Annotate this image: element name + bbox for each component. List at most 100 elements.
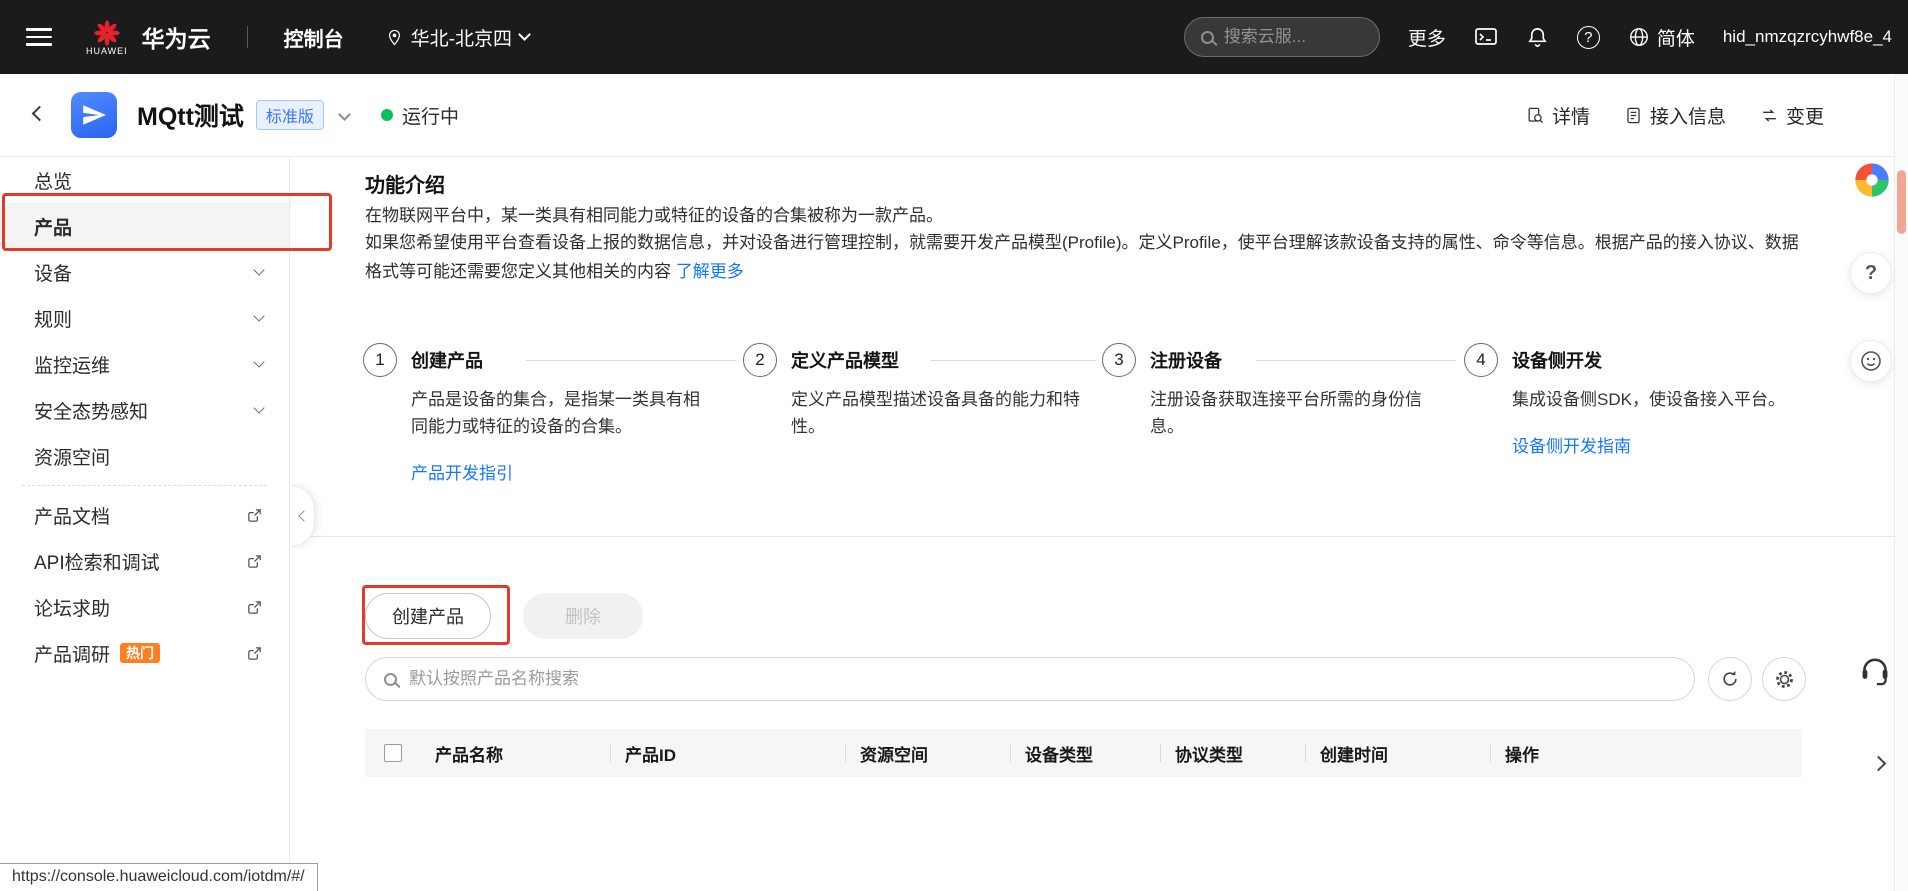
step-description: 产品是设备的集合，是指某一类具有相同能力或特征的设备的合集。 — [411, 387, 711, 441]
chevron-down-icon — [253, 264, 264, 275]
chevron-down-icon — [518, 28, 531, 41]
help-fab[interactable]: ? — [1850, 252, 1892, 294]
access-info-label: 接入信息 — [1650, 102, 1726, 129]
learn-more-link[interactable]: 了解更多 — [676, 262, 744, 281]
sidebar-link-docs[interactable]: 产品文档 — [0, 492, 289, 538]
sidebar-item-label: 资源空间 — [34, 443, 110, 470]
iot-app-icon — [71, 92, 117, 138]
sidebar-link-forum[interactable]: 论坛求助 — [0, 584, 289, 630]
settings-icon — [1774, 669, 1795, 690]
step-register-device: 3 注册设备 注册设备获取连接平台所需的身份信息。 — [1102, 343, 1450, 441]
product-table-header: 产品名称 产品ID 资源空间 设备类型 协议类型 创建时间 操作 — [365, 729, 1802, 777]
sidebar-item-overview[interactable]: 总览 — [0, 157, 289, 203]
column-device-type[interactable]: 设备类型 — [1011, 729, 1161, 777]
device-dev-guide-link[interactable]: 设备侧开发指南 — [1512, 432, 1631, 457]
status-dot — [381, 109, 393, 121]
sidebar-item-security[interactable]: 安全态势感知 — [0, 387, 289, 433]
create-product-button[interactable]: 创建产品 — [365, 593, 491, 639]
expand-icon — [1871, 756, 1887, 772]
instance-switcher[interactable] — [340, 106, 349, 124]
brand-name[interactable]: 华为云 — [142, 20, 211, 54]
scrollbar-thumb[interactable] — [1897, 170, 1906, 234]
sidebar-item-rules[interactable]: 规则 — [0, 295, 289, 341]
location-pin-icon — [386, 29, 403, 46]
detail-icon — [1526, 106, 1545, 125]
sidebar-item-label: API检索和调试 — [34, 548, 160, 575]
access-info-button[interactable]: 接入信息 — [1624, 102, 1726, 129]
menu-icon[interactable] — [26, 23, 52, 51]
edition-badge: 标准版 — [256, 100, 324, 130]
chevron-down-icon — [253, 310, 264, 321]
column-product-name[interactable]: 产品名称 — [421, 729, 611, 777]
sidebar-link-survey[interactable]: 产品调研 热门 — [0, 630, 289, 676]
instance-header: MQtt测试 标准版 运行中 详情 接入信息 变更 — [0, 74, 1908, 157]
chevron-down-icon — [253, 402, 264, 413]
column-product-id[interactable]: 产品ID — [611, 729, 846, 777]
step-number: 3 — [1102, 343, 1136, 377]
sidebar-item-label: 论坛求助 — [34, 594, 110, 621]
globe-icon — [1628, 26, 1650, 48]
header-checkbox-cell — [365, 729, 421, 777]
global-search-input[interactable] — [1224, 27, 1344, 47]
detail-button[interactable]: 详情 — [1526, 102, 1590, 129]
product-search-input[interactable] — [409, 669, 1676, 689]
column-actions[interactable]: 操作 — [1491, 729, 1802, 777]
page-scrollbar[interactable] — [1894, 74, 1908, 891]
product-search[interactable] — [365, 657, 1695, 701]
select-all-checkbox[interactable] — [384, 744, 402, 762]
support-headset-icon[interactable] — [1858, 652, 1892, 686]
change-icon — [1760, 106, 1779, 125]
panel-expand-button[interactable] — [1865, 748, 1892, 782]
sidebar-item-product[interactable]: 产品 — [0, 203, 289, 249]
delete-button[interactable]: 删除 — [523, 593, 643, 639]
language-selector[interactable]: 简体 — [1628, 24, 1695, 51]
search-icon — [384, 673, 397, 686]
feedback-smiley-fab[interactable] — [1850, 340, 1892, 382]
step-description: 定义产品模型描述设备具备的能力和特性。 — [791, 387, 1086, 441]
status-label: 运行中 — [402, 102, 459, 129]
help-icon[interactable]: ? — [1577, 26, 1600, 49]
external-link-icon — [246, 553, 263, 570]
sidebar-item-label: 规则 — [34, 305, 72, 332]
more-menu[interactable]: 更多 — [1408, 24, 1446, 51]
assistant-icon[interactable] — [1852, 160, 1892, 200]
huawei-logo[interactable]: HUAWEI — [86, 18, 128, 56]
refresh-button[interactable] — [1708, 657, 1752, 701]
change-label: 变更 — [1786, 102, 1824, 129]
column-resource-space[interactable]: 资源空间 — [846, 729, 1011, 777]
region-selector[interactable]: 华北-北京四 — [386, 24, 529, 51]
sidebar-link-api[interactable]: API检索和调试 — [0, 538, 289, 584]
language-label: 简体 — [1657, 24, 1695, 51]
detail-label: 详情 — [1552, 102, 1590, 129]
refresh-icon — [1720, 669, 1740, 689]
sidebar: 总览 产品 设备 规则 监控运维 安全态势感知 资源空间 产品文档 API检索和… — [0, 157, 290, 891]
access-info-icon — [1624, 106, 1643, 125]
settings-button[interactable] — [1762, 657, 1806, 701]
back-button[interactable] — [28, 100, 51, 130]
bell-icon[interactable] — [1526, 26, 1549, 49]
change-button[interactable]: 变更 — [1760, 102, 1824, 129]
intro-title: 功能介绍 — [365, 169, 445, 198]
step-title: 创建产品 — [411, 347, 483, 373]
global-search[interactable] — [1184, 17, 1380, 57]
sidebar-item-label: 总览 — [34, 167, 72, 194]
intro-paragraph-2: 如果您希望使用平台查看设备上报的数据信息，并对设备进行管理控制，就需要开发产品模… — [365, 229, 1802, 286]
instance-title: MQtt测试 — [137, 97, 244, 133]
column-protocol-type[interactable]: 协议类型 — [1161, 729, 1306, 777]
sidebar-item-resource-space[interactable]: 资源空间 — [0, 433, 289, 479]
external-link-icon — [246, 507, 263, 524]
console-link[interactable]: 控制台 — [284, 23, 344, 52]
back-icon — [32, 106, 48, 122]
collapse-icon — [298, 510, 309, 521]
sidebar-item-label: 监控运维 — [34, 351, 110, 378]
sidebar-item-device[interactable]: 设备 — [0, 249, 289, 295]
product-dev-guide-link[interactable]: 产品开发指引 — [411, 459, 513, 484]
hot-badge: 热门 — [120, 643, 160, 664]
sidebar-item-monitoring[interactable]: 监控运维 — [0, 341, 289, 387]
huawei-wordmark: HUAWEI — [86, 46, 128, 56]
column-create-time[interactable]: 创建时间 — [1306, 729, 1491, 777]
terminal-icon[interactable] — [1474, 25, 1498, 49]
main-content: 功能介绍 在物联网平台中，某一类具有相同能力或特征的设备的合集被称为一款产品。 … — [291, 157, 1908, 891]
account-name[interactable]: hid_nmzqzrcyhwf8e_4 — [1723, 27, 1892, 47]
section-divider — [291, 536, 1908, 537]
